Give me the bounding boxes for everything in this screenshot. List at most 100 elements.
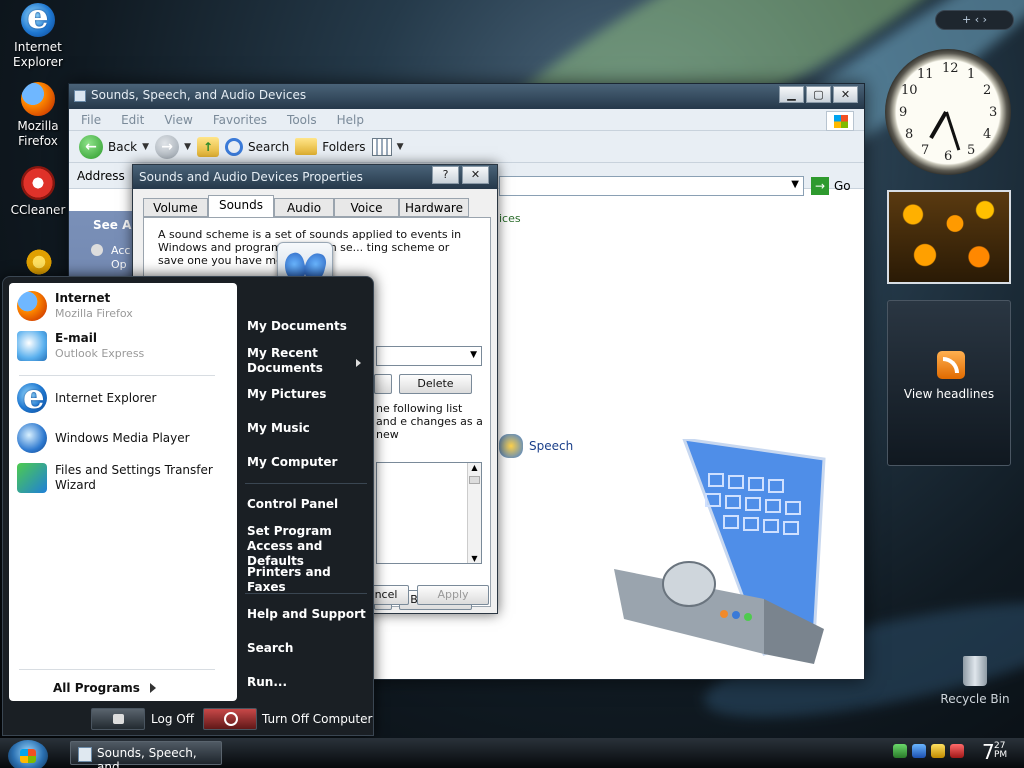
views-icon — [371, 137, 392, 156]
chevron-down-icon[interactable]: ▼ — [397, 142, 404, 152]
taskbar-button-sounds[interactable]: Sounds, Speech, and... — [70, 741, 222, 768]
my-documents-item[interactable]: My Documents — [247, 319, 347, 334]
speech-icon — [499, 434, 523, 458]
see-also-item[interactable]: Acc Op — [91, 244, 131, 272]
close-button[interactable]: ✕ — [833, 86, 858, 103]
search-button[interactable]: Search — [224, 137, 289, 156]
start-button[interactable] — [8, 740, 48, 768]
turn-off-button[interactable]: Turn Off Computer — [262, 712, 372, 726]
clock-numeral: 8 — [905, 127, 914, 142]
menu-help[interactable]: Help — [337, 113, 364, 127]
taskbar-clock[interactable]: 7 27 PM — [982, 740, 1007, 764]
search-icon — [224, 137, 243, 156]
tab-hardware[interactable]: Hardware — [399, 198, 469, 217]
control-panel-item[interactable]: Control Panel — [247, 497, 338, 512]
pinned-email[interactable]: E-mail Outlook Express — [17, 331, 144, 361]
chevron-down-icon[interactable]: ▼ — [142, 142, 149, 152]
menu-tools[interactable]: Tools — [287, 113, 317, 127]
back-label: Back — [108, 139, 138, 154]
transfer-wizard-icon — [17, 463, 47, 493]
menu-edit[interactable]: Edit — [121, 113, 144, 127]
desktop-icon-internet-explorer[interactable]: Internet Explorer — [0, 0, 76, 70]
clock-numeral: 7 — [921, 143, 930, 158]
network-icon[interactable] — [893, 744, 907, 758]
recent-files-settings-transfer[interactable]: Files and Settings Transfer Wizard — [17, 463, 237, 493]
rss-icon — [937, 351, 965, 379]
printers-and-faxes-item[interactable]: Printers and Faxes — [247, 565, 373, 595]
recent-internet-explorer[interactable]: Internet Explorer — [17, 377, 156, 417]
start-menu-power-bar: Log Off Turn Off Computer — [3, 705, 373, 737]
minimize-button[interactable]: ▁ — [779, 86, 804, 103]
feed-headlines-gadget[interactable]: View headlines — [887, 300, 1011, 466]
volume-icon[interactable] — [912, 744, 926, 758]
set-program-access-item[interactable]: Set Program Access and Defaults — [247, 524, 369, 569]
chevron-down-icon[interactable]: ▼ — [791, 179, 799, 190]
up-button[interactable]: ↑ — [196, 136, 219, 157]
run-item[interactable]: Run... — [247, 675, 287, 690]
folders-button[interactable]: Folders — [295, 138, 366, 155]
wand-icon[interactable] — [931, 744, 945, 758]
help-and-support-item[interactable]: Help and Support — [247, 607, 366, 622]
apply-button[interactable]: Apply — [417, 585, 489, 605]
maximize-button[interactable]: ▢ — [806, 86, 831, 103]
program-events-list[interactable]: ▲ ▼ — [376, 462, 482, 564]
folders-icon — [295, 138, 318, 155]
sidebar-controls[interactable]: + ‹ › — [935, 10, 1014, 30]
start-menu: Internet Mozilla Firefox E-mail Outlook Ex… — [2, 276, 374, 736]
menu-file[interactable]: File — [81, 113, 101, 127]
my-computer-item[interactable]: My Computer — [247, 455, 337, 470]
desktop-icon-recycle-bin[interactable]: Recycle Bin — [936, 656, 1014, 706]
security-shield-icon[interactable] — [950, 744, 964, 758]
tab-sounds[interactable]: Sounds — [208, 195, 274, 217]
my-music-item[interactable]: My Music — [247, 421, 310, 436]
clock-numeral: 6 — [944, 149, 953, 164]
scrollbar[interactable]: ▲ ▼ — [467, 463, 481, 563]
chevron-down-icon[interactable]: ▼ — [470, 350, 477, 360]
menu-view[interactable]: View — [164, 113, 192, 127]
speech-item[interactable]: Speech — [499, 434, 573, 458]
desktop-icon-firefox[interactable]: Mozilla Firefox — [0, 82, 76, 149]
dialog-close-button[interactable]: ✕ — [462, 166, 489, 184]
firefox-icon — [17, 291, 47, 321]
go-button[interactable]: → Go — [811, 177, 851, 195]
ccleaner-icon — [21, 166, 55, 200]
dialog-title-bar[interactable]: Sounds and Audio Devices Properties ? ✕ — [133, 165, 497, 189]
views-button[interactable]: ▼ — [371, 137, 404, 156]
sound-scheme-select[interactable]: ▼ — [376, 346, 482, 366]
tab-volume[interactable]: Volume — [143, 198, 208, 217]
desktop-icon-ccleaner[interactable]: CCleaner — [0, 166, 76, 218]
back-button[interactable]: ← Back ▼ — [79, 134, 149, 159]
recent-windows-media-player[interactable]: Windows Media Player — [17, 423, 190, 453]
my-recent-documents-item[interactable]: My Recent Documents — [247, 346, 337, 376]
go-label: Go — [834, 179, 851, 193]
system-tray — [893, 744, 964, 758]
recycle-bin-icon — [963, 656, 987, 686]
start-menu-places-pane: My Documents My Recent Documents My Pict… — [239, 283, 373, 701]
power-icon[interactable] — [203, 708, 257, 730]
lock-icon[interactable] — [91, 708, 145, 730]
save-as-button[interactable] — [374, 374, 392, 394]
tab-voice[interactable]: Voice — [334, 198, 399, 217]
desktop-icon-label: Internet Explorer — [13, 40, 63, 69]
gear-icon[interactable] — [24, 248, 54, 276]
recent-label: Files and Settings Transfer Wizard — [55, 463, 213, 492]
folder-icon — [74, 90, 86, 102]
dialog-title: Sounds and Audio Devices Properties — [139, 170, 363, 184]
log-off-button[interactable]: Log Off — [151, 712, 194, 726]
slideshow-gadget[interactable] — [887, 190, 1011, 284]
all-programs-button[interactable]: All Programs — [53, 681, 156, 695]
chevron-down-icon[interactable]: ▼ — [184, 142, 191, 152]
search-item[interactable]: Search — [247, 641, 293, 656]
delete-button[interactable]: Delete — [399, 374, 472, 394]
tab-audio[interactable]: Audio — [274, 198, 334, 217]
help-button[interactable]: ? — [432, 166, 459, 184]
address-input[interactable]: ▼ — [499, 176, 804, 196]
my-pictures-item[interactable]: My Pictures — [247, 387, 326, 402]
explorer-title-bar[interactable]: Sounds, Speech, and Audio Devices ▁ ▢ ✕ — [69, 84, 864, 109]
menu-favorites[interactable]: Favorites — [213, 113, 267, 127]
pinned-internet[interactable]: Internet Mozilla Firefox — [17, 291, 133, 321]
forward-button[interactable]: → ▼ — [155, 134, 191, 159]
analog-clock-gadget: 12 1 2 3 4 5 6 7 8 9 10 11 — [885, 49, 1011, 175]
sound-devices-link[interactable]: ices — [499, 212, 521, 225]
clock-hour: 7 — [982, 740, 995, 764]
